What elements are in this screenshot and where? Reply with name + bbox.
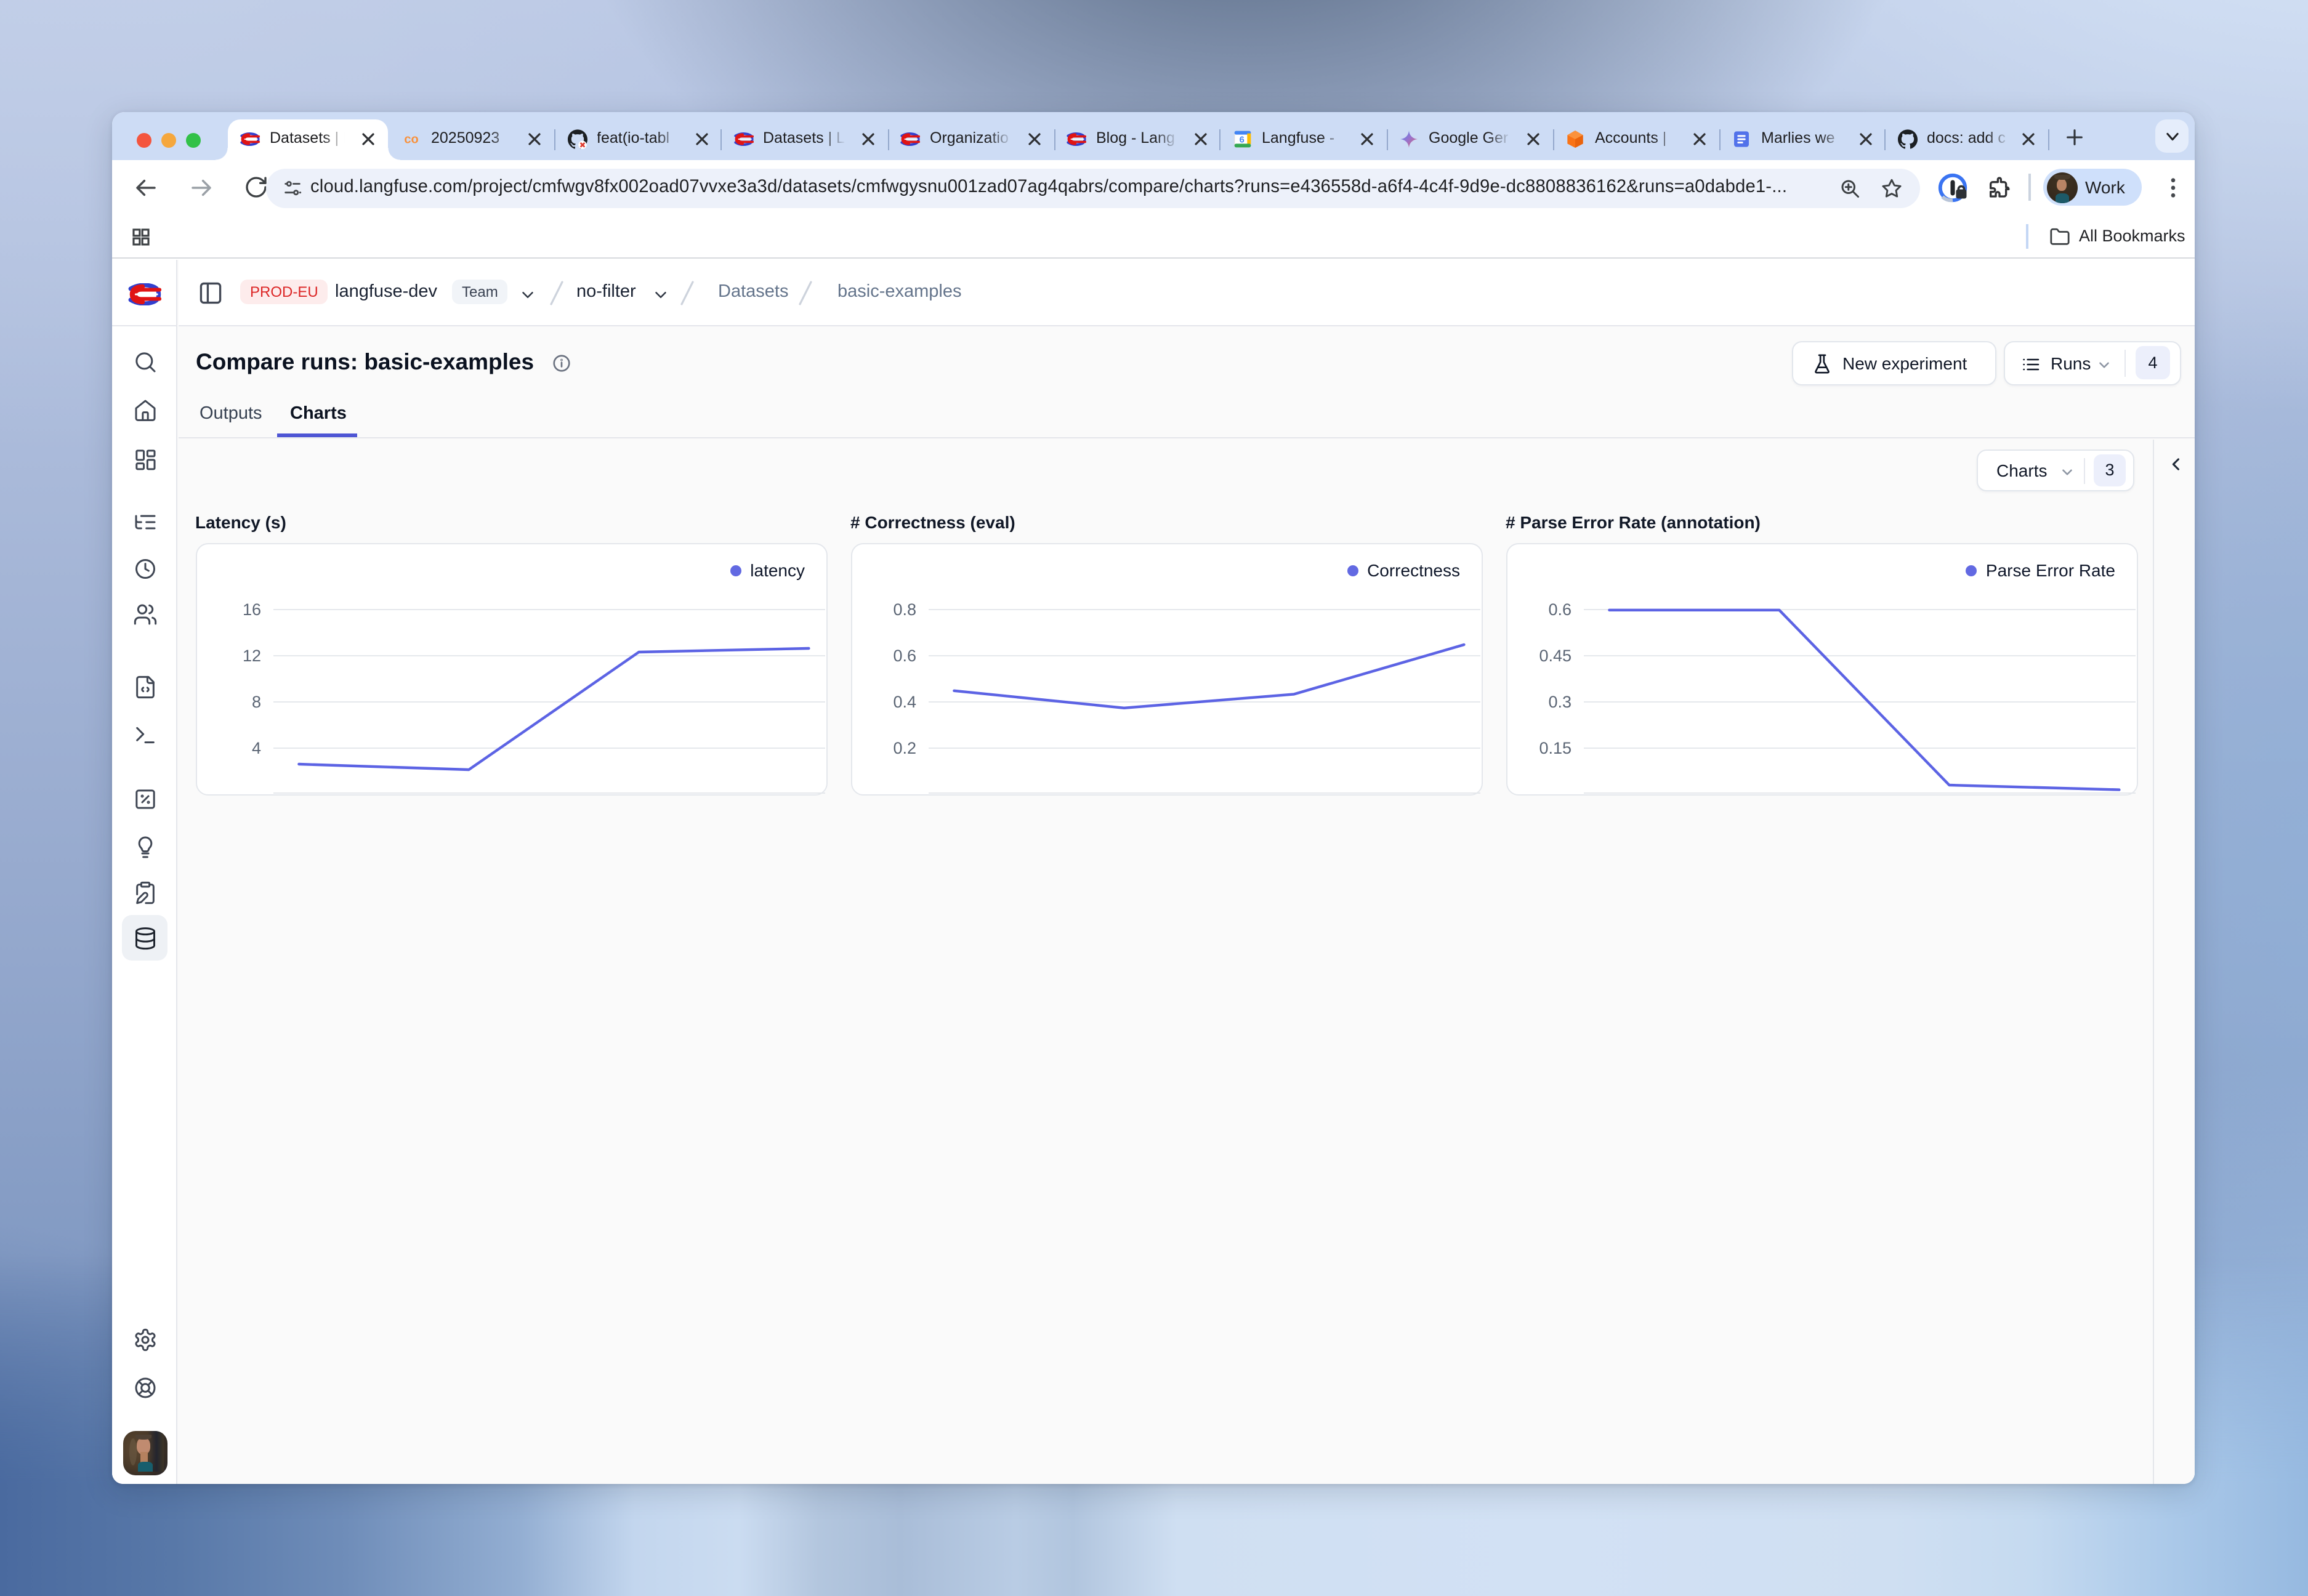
- svg-text:0.2: 0.2: [892, 739, 916, 757]
- svg-text:0.3: 0.3: [1547, 693, 1571, 711]
- svg-text:0.4: 0.4: [892, 693, 916, 711]
- svg-text:0.6: 0.6: [1547, 600, 1571, 619]
- svg-text:co: co: [404, 133, 418, 147]
- svg-text:12: 12: [242, 647, 260, 665]
- svg-text:0.6: 0.6: [892, 647, 916, 665]
- svg-text:4: 4: [251, 739, 260, 757]
- svg-text:8: 8: [251, 693, 260, 711]
- svg-text:0.45: 0.45: [1538, 647, 1571, 665]
- svg-text:16: 16: [242, 600, 260, 619]
- svg-text:6: 6: [1239, 135, 1244, 145]
- svg-text:0.8: 0.8: [892, 600, 916, 619]
- svg-text:0.15: 0.15: [1538, 739, 1571, 757]
